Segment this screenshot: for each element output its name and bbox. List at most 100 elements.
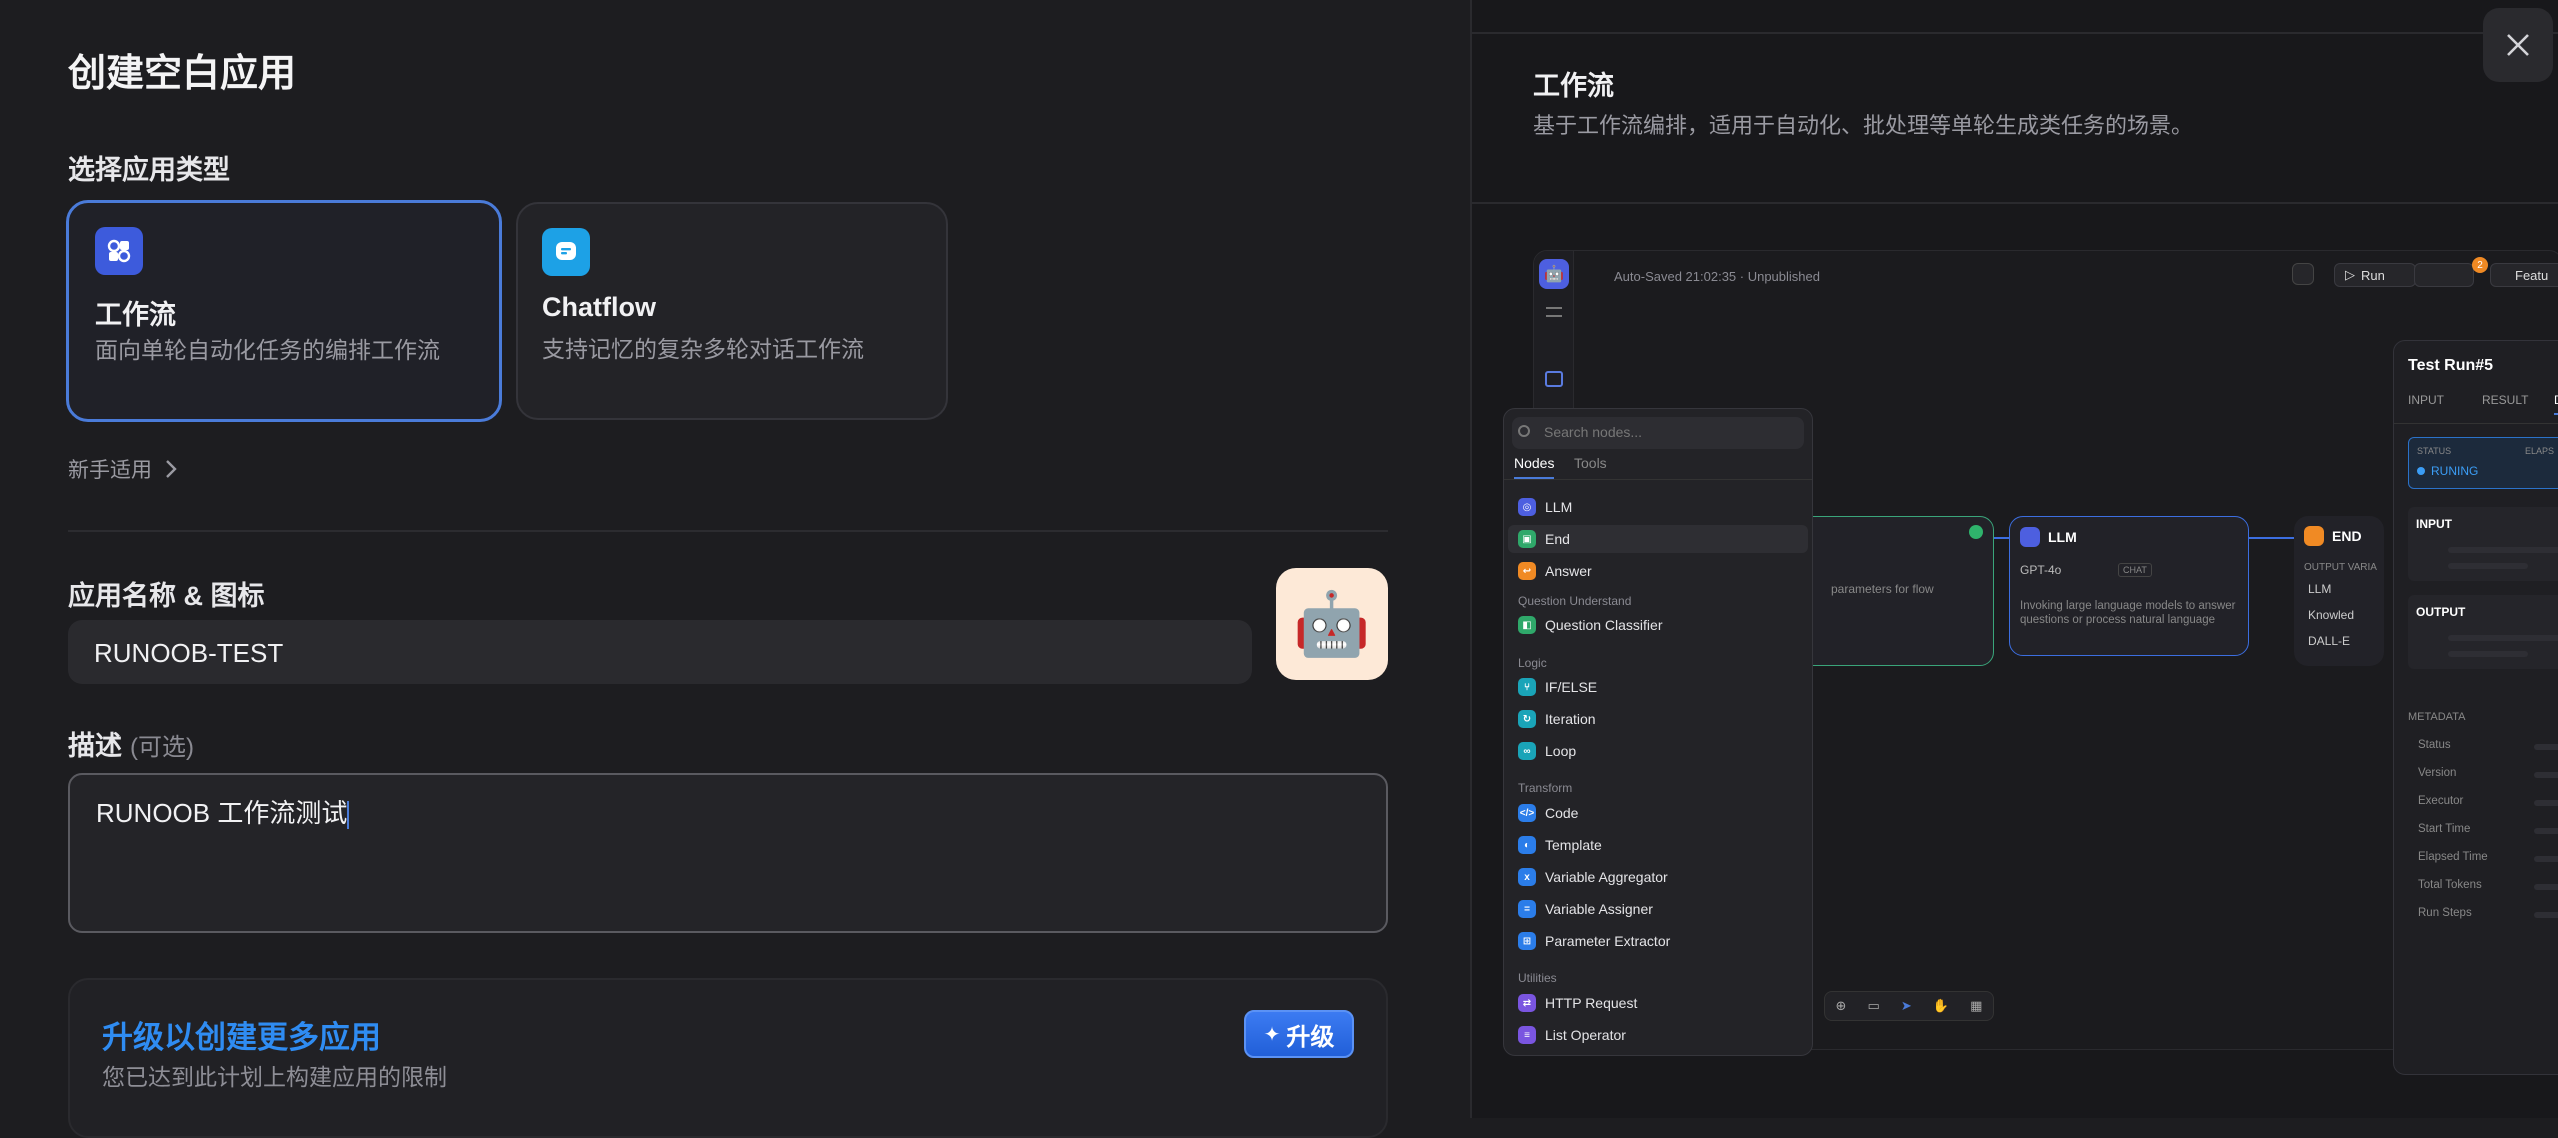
placeholder-line [2448, 563, 2528, 569]
pointer-icon[interactable]: ➤ [1901, 998, 1912, 1014]
list-icon: ≡ [1518, 1026, 1536, 1044]
app-type-workflow-card[interactable]: 工作流 面向单轮自动化任务的编排工作流 [66, 200, 502, 422]
env-button[interactable] [2292, 263, 2314, 285]
add-icon[interactable]: ⊕ [1836, 998, 1847, 1014]
running-dot [2417, 467, 2425, 475]
divider [1504, 479, 1812, 480]
history-button[interactable] [2414, 263, 2474, 287]
divider [68, 530, 1388, 532]
upgrade-title: 升级以创建更多应用 [102, 1020, 381, 1055]
menu-item-template[interactable]: ◐ Template [1518, 831, 1602, 859]
menu-item-variable-aggregator[interactable]: x Variable Aggregator [1518, 863, 1668, 891]
chatflow-desc: 支持记忆的复杂多轮对话工作流 [542, 336, 864, 362]
workflow-icon [95, 227, 143, 275]
app-icon-picker[interactable]: 🤖 [1276, 568, 1388, 680]
app-icon [1545, 371, 1563, 387]
upgrade-banner: 升级以创建更多应用 您已达到此计划上构建应用的限制 ✦ 升级 [68, 978, 1388, 1138]
play-icon: ▷ [2345, 267, 2355, 282]
metadata-label: METADATA [2408, 711, 2466, 723]
classifier-icon: ◧ [1518, 616, 1536, 634]
canvas-toolbar: ⊕ ▭ ➤ ✋ ▦ [1824, 991, 1994, 1021]
menu-item-http-request[interactable]: ⇄ HTTP Request [1518, 989, 1637, 1017]
end-item: Knowled [2308, 608, 2355, 622]
status-label: STATUS [2417, 446, 2452, 456]
menu-item-parameter-extractor[interactable]: ⊞ Parameter Extractor [1518, 927, 1670, 955]
search-icon [1518, 425, 1530, 437]
menu-item-label: Answer [1545, 563, 1592, 579]
close-button[interactable] [2483, 8, 2553, 82]
placeholder-line [2534, 884, 2558, 890]
menu-item-llm[interactable]: ◎ LLM [1518, 493, 1572, 521]
metadata-row-label: Executor [2418, 795, 2464, 807]
app-type-chatflow-card[interactable]: Chatflow 支持记忆的复杂多轮对话工作流 [516, 202, 948, 420]
menu-group-label: Question Understand [1518, 594, 1632, 608]
upgrade-button[interactable]: ✦ 升级 [1244, 1010, 1354, 1058]
desc-label: 描述 [68, 731, 122, 761]
end-node-title: END [2332, 528, 2362, 544]
status-box: STATUS ELAPS RUNING [2408, 437, 2558, 489]
layout-icon[interactable]: ▦ [1970, 998, 1982, 1014]
beginner-link[interactable]: 新手适用 [68, 454, 178, 484]
desc-textarea[interactable]: RUNOOB 工作流测试 [68, 773, 1388, 933]
llm-icon [2020, 527, 2040, 547]
menu-item-list-operator[interactable]: ≡ List Operator [1518, 1021, 1626, 1049]
template-icon: ◐ [1518, 836, 1536, 854]
end-icon: ▣ [1518, 530, 1536, 548]
end-node[interactable]: END OUTPUT VARIA LLM Knowled DALL-E [2294, 516, 2384, 666]
metadata-row-label: Run Steps [2418, 907, 2472, 919]
status-value: RUNING [2431, 464, 2479, 478]
hand-icon[interactable]: ✋ [1933, 998, 1949, 1014]
tab-result[interactable]: RESULT [2482, 393, 2528, 407]
node-search-input[interactable]: Search nodes... [1512, 417, 1804, 449]
menu-item-question-classifier[interactable]: ◧ Question Classifier [1518, 611, 1663, 639]
menu-item-label: Variable Assigner [1545, 901, 1653, 917]
features-button[interactable]: Featu [2490, 263, 2558, 287]
llm-desc: Invoking large language models to answer… [2020, 600, 2236, 626]
tab-input[interactable]: INPUT [2408, 393, 2444, 407]
start-node-desc: parameters for flow [1831, 582, 1934, 596]
menu-item-if-else[interactable]: ⑂ IF/ELSE [1518, 673, 1597, 701]
sparkle-icon: ✦ [1263, 1023, 1281, 1046]
workflow-desc: 面向单轮自动化任务的编排工作流 [95, 337, 440, 363]
metadata-row-label: Status [2418, 739, 2451, 751]
metadata-row-label: Start Time [2418, 823, 2471, 835]
placeholder-line [2534, 912, 2558, 918]
menu-item-end[interactable]: ▣ End [1508, 525, 1808, 553]
menu-item-code[interactable]: </> Code [1518, 799, 1578, 827]
app-name-input[interactable]: RUNOOB-TEST [68, 620, 1252, 684]
answer-icon: ↩ [1518, 562, 1536, 580]
aggregator-icon: x [1518, 868, 1536, 886]
beginner-link-label: 新手适用 [68, 459, 152, 482]
preview-desc: 基于工作流编排，适用于自动化、批处理等单轮生成类任务的场景。 [1533, 113, 2194, 138]
menu-item-label: Question Classifier [1545, 617, 1663, 633]
menu-item-loop[interactable]: ∞ Loop [1518, 737, 1576, 765]
placeholder-line [2534, 744, 2558, 750]
close-icon [2507, 34, 2529, 56]
loop-icon: ∞ [1518, 742, 1536, 760]
chevron-right-icon [166, 460, 177, 478]
create-app-form: 创建空白应用 选择应用类型 工作流 面向单轮自动化任务的编排工作流 Chatfl… [0, 0, 1470, 1138]
workflow-title: 工作流 [95, 300, 176, 330]
tab-tools[interactable]: Tools [1574, 455, 1607, 471]
menu-item-answer[interactable]: ↩ Answer [1518, 557, 1592, 585]
edge [2249, 537, 2294, 539]
output-box: OUTPUT [2408, 595, 2558, 669]
run-button[interactable]: ▷ Run [2334, 263, 2416, 287]
note-icon[interactable]: ▭ [1868, 998, 1880, 1014]
llm-node[interactable]: LLM GPT-4o CHAT Invoking large language … [2009, 516, 2249, 656]
status-running: RUNING [2417, 464, 2478, 478]
menu-item-iteration[interactable]: ↻ Iteration [1518, 705, 1596, 733]
test-run-panel: Test Run#5 INPUT RESULT DE STATUS ELAPS … [2393, 340, 2558, 1075]
placeholder-line [2534, 772, 2558, 778]
menu-group-label: Utilities [1518, 971, 1557, 985]
desc-heading: 描述 (可选) [68, 724, 194, 763]
tab-nodes[interactable]: Nodes [1514, 455, 1555, 479]
tab-detail[interactable]: DE [2554, 393, 2558, 415]
menu-item-variable-assigner[interactable]: = Variable Assigner [1518, 895, 1653, 923]
placeholder-line [2448, 635, 2558, 641]
divider [2394, 423, 2558, 424]
desc-optional: (可选) [130, 734, 194, 761]
menu-item-label: Variable Aggregator [1545, 869, 1668, 885]
menu-item-label: LLM [1545, 499, 1573, 515]
end-node-sub: OUTPUT VARIA [2304, 562, 2377, 573]
